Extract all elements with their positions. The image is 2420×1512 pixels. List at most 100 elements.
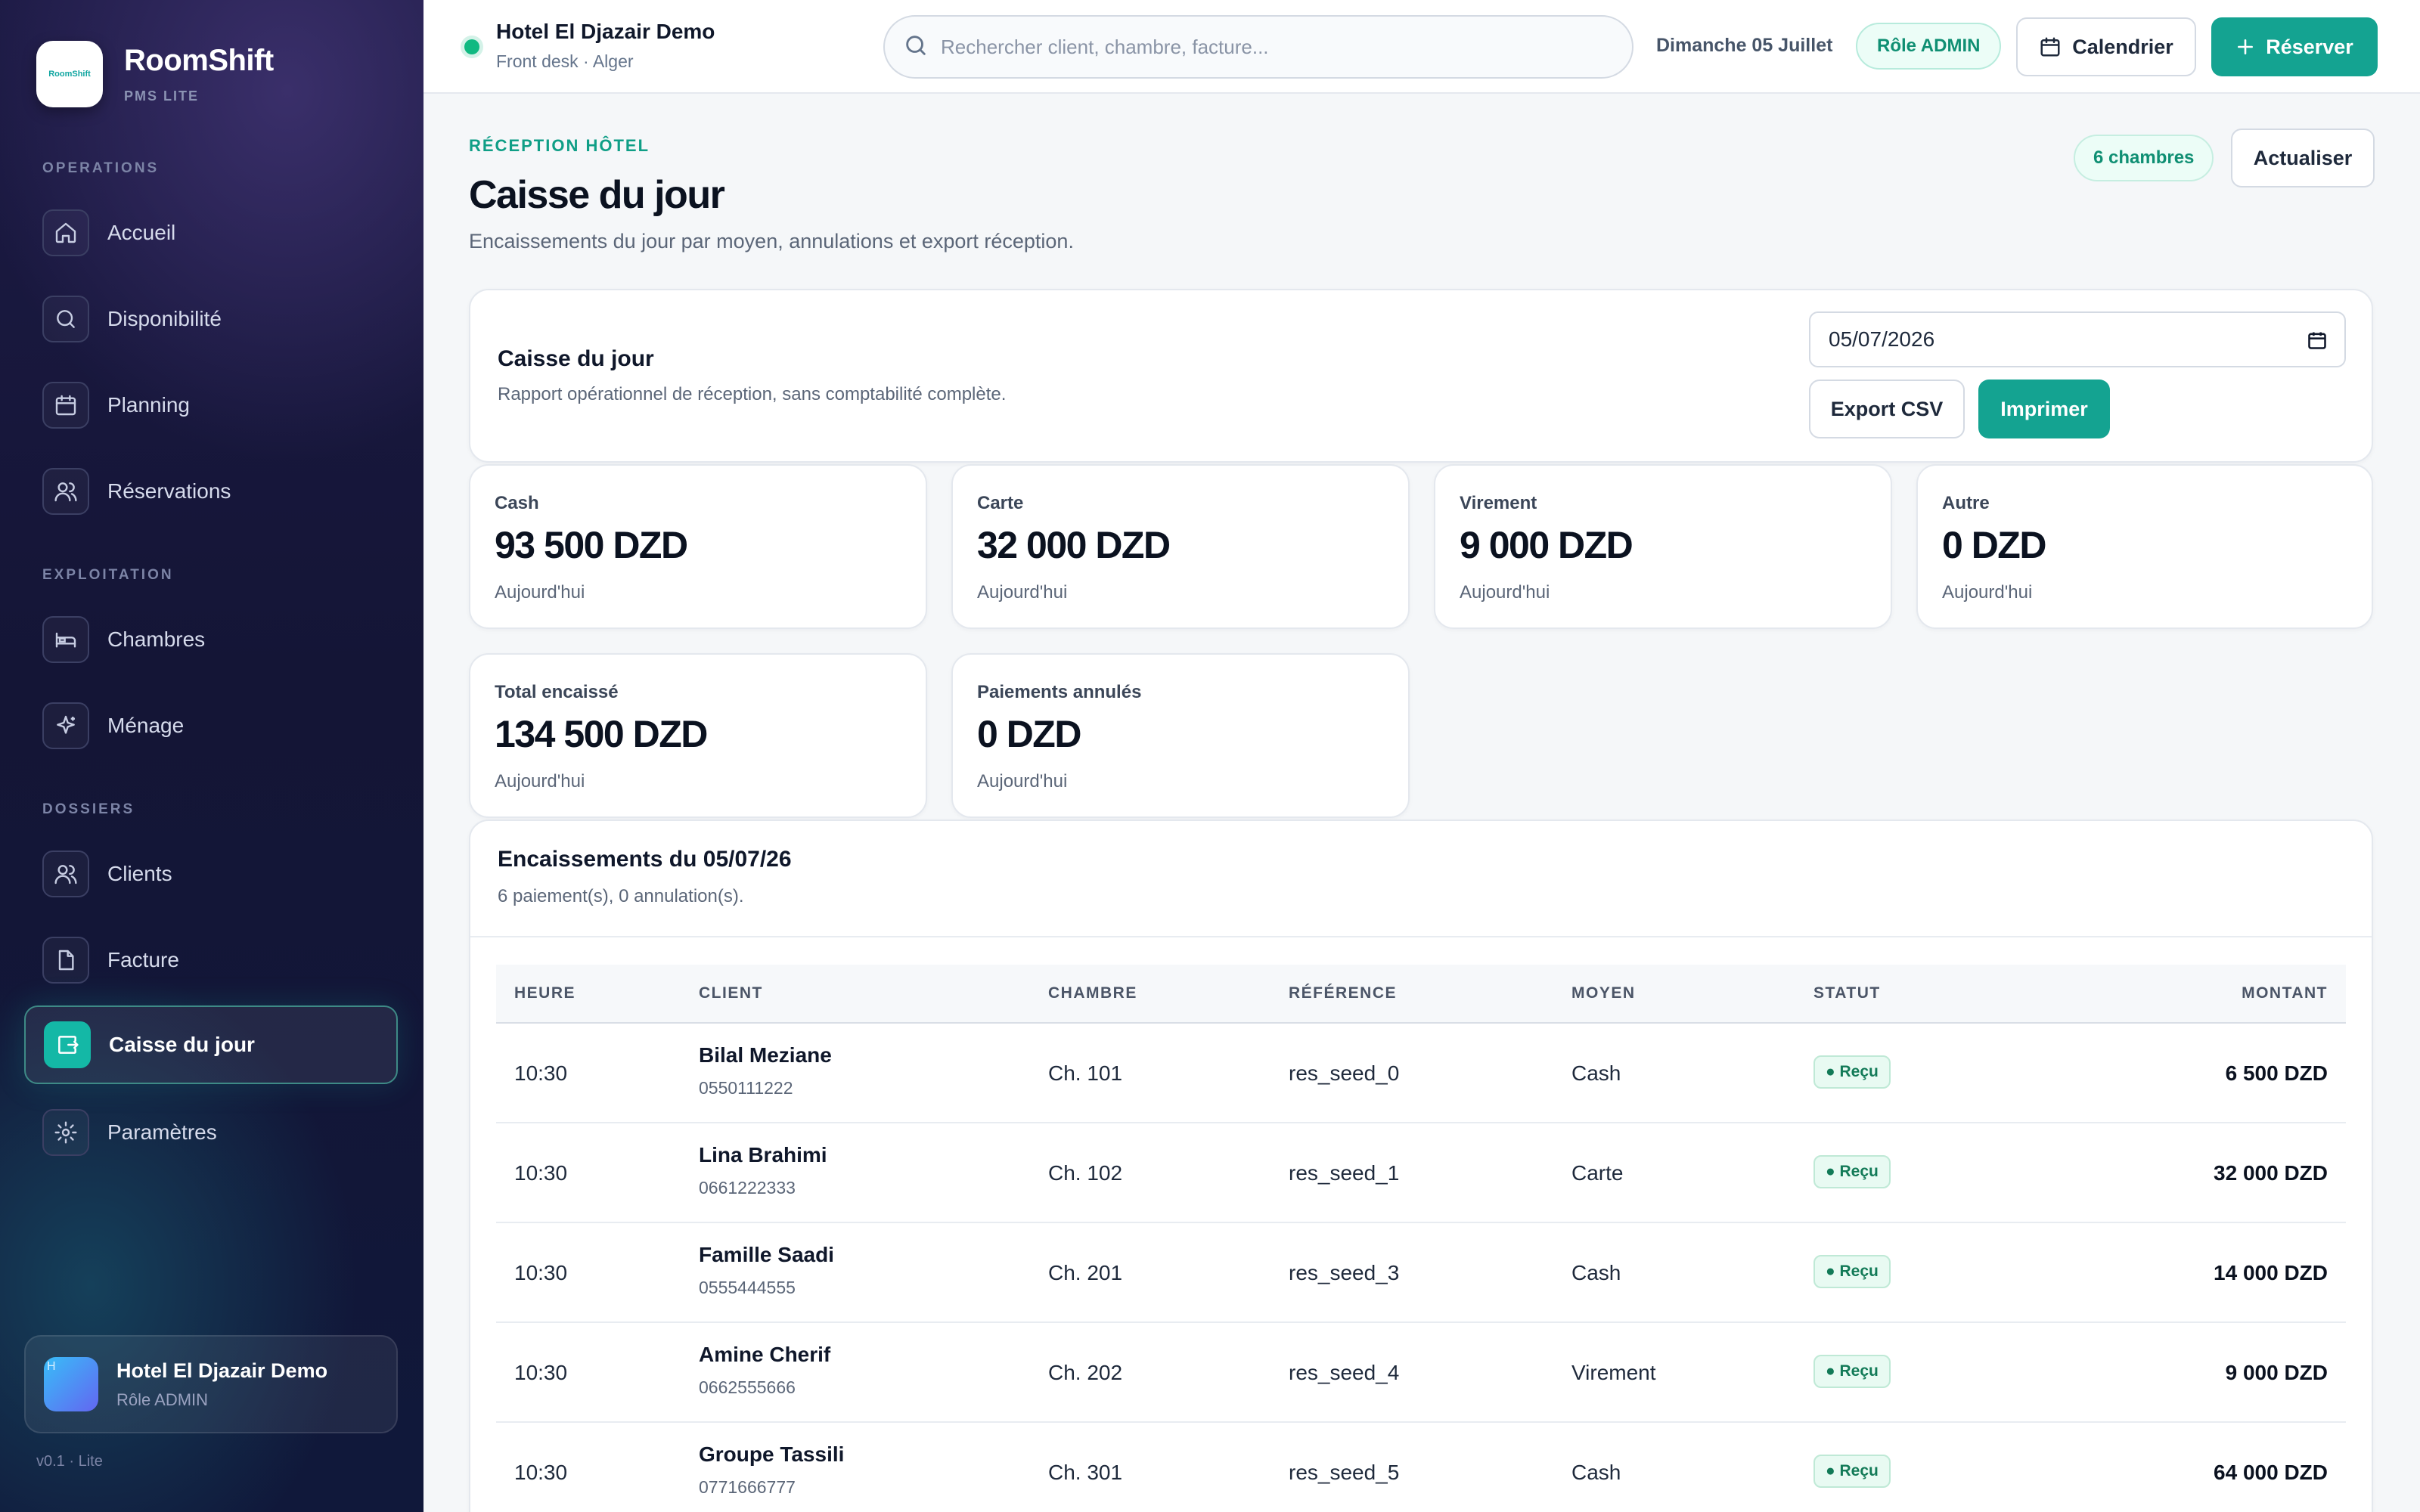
stat-period: Aujourd'hui	[495, 771, 585, 792]
cell-chambre: Ch. 301	[1048, 1461, 1123, 1484]
stat-period: Aujourd'hui	[977, 771, 1068, 792]
table-row[interactable]: 10:30 Amine Cherif 0662555666 Ch. 202 re…	[496, 1323, 2346, 1423]
status-dot	[464, 39, 479, 54]
stat-card-annules: Paiements annulés 0 DZD Aujourd'hui	[951, 653, 1410, 818]
search-input[interactable]	[941, 35, 1591, 59]
cell-client: Lina Brahimi	[699, 1143, 827, 1167]
status-badge: ● Reçu	[1813, 1155, 1891, 1188]
avatar: H	[44, 1357, 98, 1411]
reserve-button[interactable]: Réserver	[2211, 17, 2378, 76]
sidebar: RoomShift RoomShift PMS LITE OPERATIONS …	[0, 0, 424, 1512]
sidebar-item-clients[interactable]: Clients	[24, 835, 398, 913]
cell-montant: 14 000 DZD	[2214, 1261, 2328, 1284]
table-row[interactable]: 10:30 Bilal Meziane 0550111222 Ch. 101 r…	[496, 1024, 2346, 1123]
stat-card-carte: Carte 32 000 DZD Aujourd'hui	[951, 464, 1410, 629]
avatar-letter: H	[47, 1360, 56, 1373]
cell-reference: res_seed_0	[1289, 1061, 1400, 1085]
sidebar-item-label: Facture	[107, 948, 179, 971]
stat-value: 32 000 DZD	[977, 524, 1171, 566]
report-date-input[interactable]: 05/07/2026	[1809, 311, 2346, 367]
cell-heure: 10:30	[514, 1361, 568, 1384]
sidebar-item-label: Réservations	[107, 479, 231, 503]
stat-period: Aujourd'hui	[1942, 582, 2033, 603]
stat-period: Aujourd'hui	[1460, 582, 1550, 603]
stat-card-total: Total encaissé 134 500 DZD Aujourd'hui	[469, 653, 927, 818]
stat-label: Virement	[1460, 493, 1537, 513]
cell-heure: 10:30	[514, 1161, 568, 1185]
export-csv-button[interactable]: Export CSV	[1809, 380, 1965, 438]
sidebar-item-label: Chambres	[107, 627, 206, 651]
brand-name: RoomShift	[124, 44, 274, 77]
cell-client: Bilal Meziane	[699, 1043, 832, 1067]
user-name: Hotel El Djazair Demo	[116, 1359, 328, 1382]
column-header-moyen: MOYEN	[1571, 984, 1636, 1002]
cash-register-icon	[44, 1021, 91, 1068]
search-bar[interactable]	[883, 15, 1634, 79]
calendar-icon	[2307, 330, 2328, 356]
cell-phone: 0662555666	[699, 1377, 796, 1397]
user-card[interactable]: H Hotel El Djazair Demo Rôle ADMIN	[24, 1335, 398, 1433]
sidebar-item-parametres[interactable]: Paramètres	[24, 1093, 398, 1172]
home-icon	[42, 209, 89, 256]
status-badge: ● Reçu	[1813, 1355, 1891, 1388]
reserve-button-label: Réserver	[2266, 35, 2353, 58]
calendar-button[interactable]: Calendrier	[2016, 17, 2196, 76]
status-badge: ● Reçu	[1813, 1455, 1891, 1488]
bed-icon	[42, 616, 89, 663]
stat-label: Carte	[977, 493, 1024, 513]
column-header-montant: MONTANT	[2242, 984, 2328, 1002]
section-label-dossiers: DOSSIERS	[42, 801, 135, 817]
stat-label: Paiements annulés	[977, 682, 1142, 702]
column-header-chambre: CHAMBRE	[1048, 984, 1137, 1002]
cell-phone: 0555444555	[699, 1278, 796, 1297]
cell-montant: 6 500 DZD	[2225, 1061, 2328, 1085]
sidebar-item-label: Planning	[107, 393, 190, 417]
table-row[interactable]: 10:30 Famille Saadi 0555444555 Ch. 201 r…	[496, 1223, 2346, 1323]
plus-icon	[2235, 37, 2255, 57]
table-row[interactable]: 10:30 Lina Brahimi 0661222333 Ch. 102 re…	[496, 1123, 2346, 1223]
sidebar-item-disponibilite[interactable]: Disponibilité	[24, 280, 398, 358]
brand[interactable]: RoomShift RoomShift PMS LITE	[36, 41, 274, 107]
sparkle-icon	[42, 702, 89, 749]
cell-chambre: Ch. 201	[1048, 1261, 1123, 1284]
status-badge: ● Reçu	[1813, 1055, 1891, 1089]
sidebar-item-planning[interactable]: Planning	[24, 366, 398, 445]
table-row[interactable]: 10:30 Groupe Tassili 0771666777 Ch. 301 …	[496, 1423, 2346, 1512]
cell-montant: 64 000 DZD	[2214, 1461, 2328, 1484]
cell-chambre: Ch. 202	[1048, 1361, 1123, 1384]
sidebar-item-facture[interactable]: Facture	[24, 921, 398, 999]
sidebar-item-reservations[interactable]: Réservations	[24, 452, 398, 531]
cell-heure: 10:30	[514, 1261, 568, 1284]
sidebar-item-accueil[interactable]: Accueil	[24, 194, 398, 272]
cell-reference: res_seed_3	[1289, 1261, 1400, 1284]
cell-client: Groupe Tassili	[699, 1442, 845, 1466]
column-header-heure: HEURE	[514, 984, 576, 1002]
cell-heure: 10:30	[514, 1461, 568, 1484]
stat-value: 0 DZD	[977, 713, 1081, 755]
cell-moyen: Cash	[1571, 1461, 1621, 1484]
print-button[interactable]: Imprimer	[1978, 380, 2110, 438]
cell-client: Famille Saadi	[699, 1243, 834, 1266]
column-header-statut: STATUT	[1813, 984, 1881, 1002]
hotel-location: Front desk · Alger	[496, 51, 634, 71]
sidebar-item-label: Clients	[107, 862, 172, 885]
cell-moyen: Carte	[1571, 1161, 1624, 1185]
cell-phone: 0661222333	[699, 1178, 796, 1198]
cell-chambre: Ch. 101	[1048, 1061, 1123, 1085]
page-title: Caisse du jour	[469, 173, 725, 217]
report-subtitle: Rapport opérationnel de réception, sans …	[498, 384, 1007, 404]
stat-value: 0 DZD	[1942, 524, 2046, 566]
calendar-icon	[42, 382, 89, 429]
sidebar-item-menage[interactable]: Ménage	[24, 686, 398, 765]
calendar-button-label: Calendrier	[2072, 35, 2173, 58]
cell-moyen: Cash	[1571, 1261, 1621, 1284]
sidebar-item-chambres[interactable]: Chambres	[24, 600, 398, 679]
refresh-button[interactable]: Actualiser	[2231, 129, 2375, 187]
calendar-icon	[2039, 36, 2062, 58]
report-date-value: 05/07/2026	[1829, 327, 1935, 351]
stat-label: Total encaissé	[495, 682, 619, 702]
sidebar-item-label: Accueil	[107, 221, 176, 244]
sidebar-item-caisse-du-jour[interactable]: Caisse du jour	[24, 1005, 398, 1084]
cell-phone: 0771666777	[699, 1477, 796, 1497]
cell-heure: 10:30	[514, 1061, 568, 1085]
